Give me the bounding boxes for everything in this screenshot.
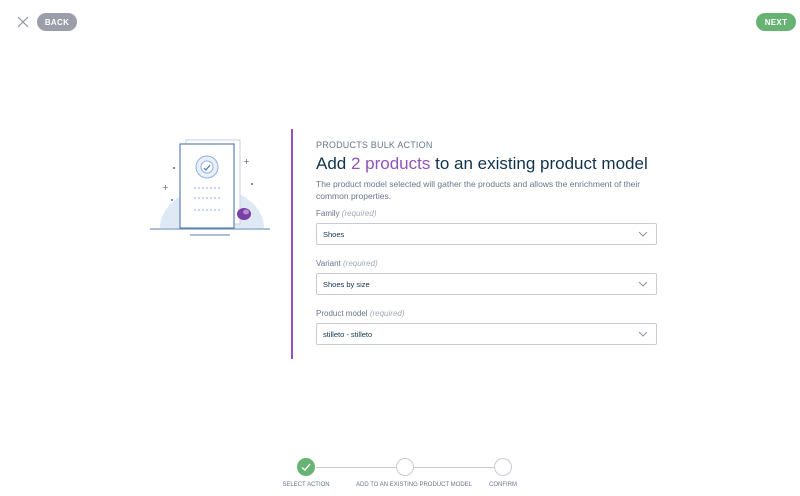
- chevron-down-icon: [638, 331, 648, 337]
- product-model-illustration: + +: [150, 138, 274, 242]
- back-button[interactable]: BACK: [37, 13, 77, 31]
- progress-stepper: SELECT ACTION ADD TO AN EXISTING PRODUCT…: [0, 456, 800, 496]
- step-label-confirm: CONFIRM: [489, 482, 517, 488]
- step-select-action-circle: [297, 458, 315, 476]
- family-select-value: Shoes: [323, 229, 345, 239]
- variant-label-text: Variant: [316, 259, 341, 268]
- chevron-down-icon: [638, 231, 648, 237]
- section-divider: [291, 129, 293, 359]
- product-model-select-value: stilleto - stilleto: [323, 329, 373, 339]
- form-subtitle: PRODUCTS BULK ACTION: [316, 140, 433, 150]
- product-model-form: PRODUCTS BULK ACTION Add 2 products to a…: [316, 140, 661, 202]
- svg-text:+: +: [162, 183, 169, 192]
- title-product-count: 2 products: [350, 154, 431, 173]
- next-button[interactable]: NEXT: [756, 13, 796, 31]
- check-icon: [301, 463, 311, 471]
- family-label: Family (required): [316, 209, 657, 218]
- variant-field: Variant (required) Shoes by size: [316, 259, 657, 295]
- step-label-select-action: SELECT ACTION: [282, 482, 330, 488]
- family-required: (required): [341, 209, 377, 218]
- family-select[interactable]: Shoes: [316, 223, 657, 245]
- variant-required: (required): [343, 259, 378, 268]
- title-prefix: Add: [316, 154, 351, 173]
- chevron-down-icon: [638, 281, 648, 287]
- stepper-line: [316, 467, 397, 468]
- form-description: The product model selected will gather t…: [316, 179, 641, 201]
- variant-select-value: Shoes by size: [323, 279, 370, 289]
- stepper-line: [414, 467, 495, 468]
- page-title: Add 2 products to an existing product mo…: [316, 154, 661, 174]
- family-field: Family (required) Shoes: [316, 209, 657, 245]
- close-icon[interactable]: [13, 12, 33, 32]
- title-suffix: to an existing product model: [430, 154, 648, 173]
- mass-edit-page: BACK NEXT + + PRODUCTS BULK ACTION Add 2…: [0, 0, 800, 496]
- step-add-to-model-circle: [396, 458, 414, 476]
- product-model-required: (required): [369, 309, 405, 318]
- product-model-label: Product model (required): [316, 309, 657, 318]
- product-model-select[interactable]: stilleto - stilleto: [316, 323, 657, 345]
- variant-label: Variant (required): [316, 259, 657, 268]
- product-model-field: Product model (required) stilleto - stil…: [316, 309, 657, 345]
- variant-select[interactable]: Shoes by size: [316, 273, 657, 295]
- product-model-label-text: Product model: [316, 309, 368, 318]
- step-confirm-circle: [494, 458, 512, 476]
- svg-text:+: +: [243, 157, 250, 166]
- step-label-add-to-model: ADD TO AN EXISTING PRODUCT MODEL: [355, 482, 473, 488]
- family-label-text: Family: [316, 209, 340, 218]
